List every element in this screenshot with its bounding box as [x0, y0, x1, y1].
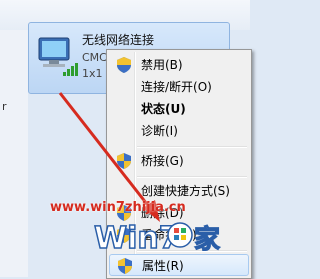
svg-text:Win7: Win7 [94, 221, 180, 256]
win7-logo-watermark: Win7 家 [94, 220, 221, 257]
network-name: 无线网络连接 [82, 33, 155, 47]
menu-item-disable[interactable]: 禁用(B) [109, 54, 249, 76]
uac-shield-icon [118, 258, 132, 274]
svg-text:家: 家 [194, 224, 220, 255]
left-pane-text: r [2, 100, 7, 113]
menu-item-label: 连接/断开(O) [141, 80, 212, 94]
wireless-network-icon [38, 37, 78, 76]
menu-item-label: 桥接(G) [141, 154, 184, 168]
menu-item-create-shortcut[interactable]: 创建快捷方式(S) [109, 180, 249, 202]
menu-item-bridge[interactable]: 桥接(G) [109, 150, 249, 172]
uac-shield-icon [117, 57, 131, 73]
uac-shield-icon [117, 153, 131, 169]
watermark-url: www.win7zhijia.cn [50, 200, 186, 215]
explorer-left-pane: r [0, 30, 28, 277]
menu-item-label: 诊断(I) [141, 124, 178, 138]
menu-item-label: 属性(R) [142, 259, 184, 273]
menu-item-properties[interactable]: 属性(R) [109, 254, 249, 276]
menu-item-connect-disconnect[interactable]: 连接/断开(O) [109, 76, 249, 98]
menu-separator [137, 146, 247, 148]
menu-item-status[interactable]: 状态(U) [109, 98, 249, 120]
menu-separator [137, 176, 247, 178]
menu-item-label: 创建快捷方式(S) [141, 184, 230, 198]
menu-item-label: 禁用(B) [141, 58, 183, 72]
menu-item-diagnose[interactable]: 诊断(I) [109, 120, 249, 142]
menu-item-label: 状态(U) [141, 102, 186, 116]
